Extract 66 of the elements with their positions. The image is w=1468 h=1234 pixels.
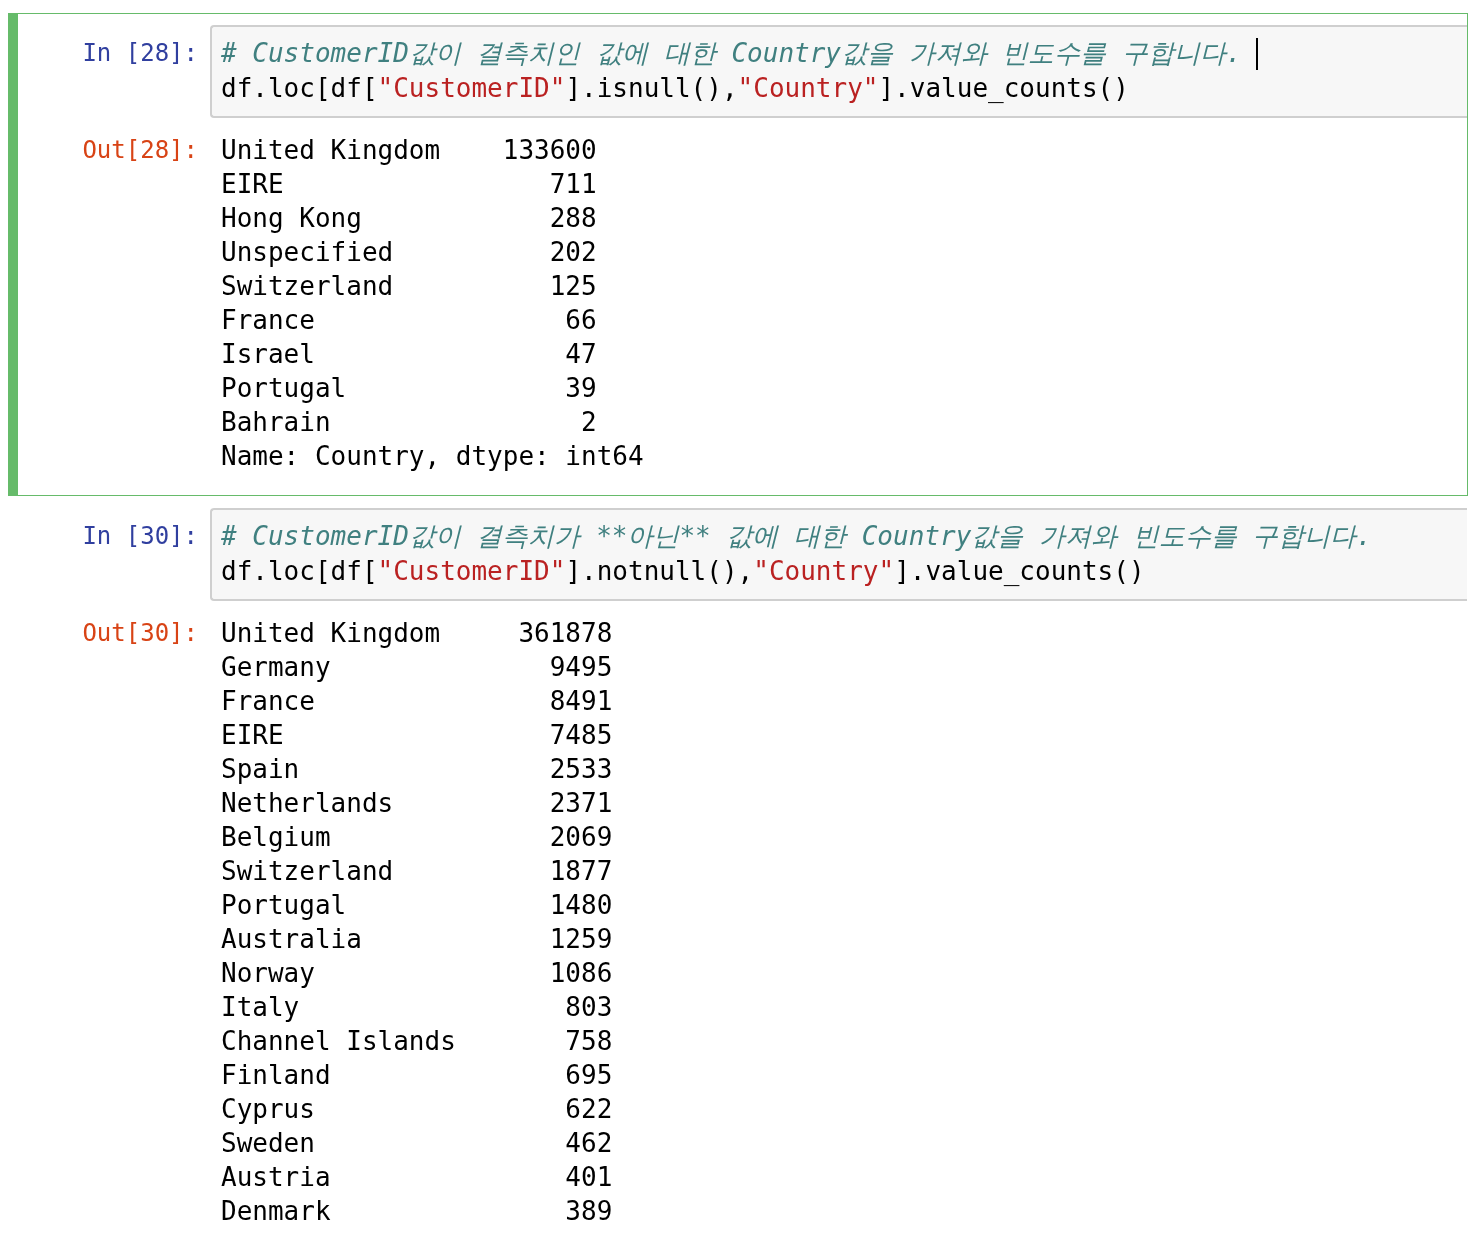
count-value: 9495	[548, 651, 613, 684]
country-name: Australia	[221, 923, 363, 956]
country-name: Switzerland	[221, 270, 395, 303]
code-comment: # CustomerID값이 결측치인 값에 대한 Country값을 가져와 빈도수를 구합니다.	[221, 37, 1242, 70]
code-comment: # CustomerID값이 결측치가 **아닌** 값에 대한 Country값을 가져와 빈도수를 구합니다.	[221, 520, 1372, 553]
country-name: United Kingdom	[221, 134, 442, 167]
country-name: Norway	[221, 957, 316, 990]
code-editor[interactable]: # CustomerID값이 결측치인 값에 대한 Country값을 가져와 빈도수를 구합니다. df.loc[df["CustomerID"].isnull(),"Country"].value_counts()	[210, 25, 1467, 118]
count-value: 711	[548, 168, 597, 201]
count-value: 125	[548, 270, 597, 303]
country-name: Switzerland	[221, 855, 395, 888]
count-value: 8491	[548, 685, 613, 718]
country-name: Spain	[221, 753, 301, 786]
count-value: 2069	[548, 821, 613, 854]
country-name: Unspecified	[221, 236, 395, 269]
count-value: 695	[564, 1059, 613, 1092]
country-name: Austria	[221, 1161, 332, 1194]
country-name: Israel	[221, 338, 316, 371]
country-name: Channel Islands	[221, 1025, 457, 1058]
count-value: 7485	[548, 719, 613, 752]
country-name: Hong Kong	[221, 202, 363, 235]
country-name: France	[221, 685, 316, 718]
count-value: 1480	[548, 889, 613, 922]
count-value: 622	[564, 1093, 613, 1126]
country-name: EIRE	[221, 719, 285, 752]
code-editor[interactable]: # CustomerID값이 결측치가 **아닌** 값에 대한 Country값을 가져와 빈도수를 구합니다. df.loc[df["CustomerID"].notnull(),"Country"].value_counts()	[210, 508, 1467, 601]
code-line: df.loc[df["CustomerID"].isnull(),"Country"].value_counts()	[221, 72, 1129, 105]
country-name: EIRE	[221, 168, 285, 201]
country-name: Cyprus	[221, 1093, 316, 1126]
count-value: 2371	[548, 787, 613, 820]
country-name: Netherlands	[221, 787, 395, 820]
count-value: 66	[564, 304, 597, 337]
count-value: 2	[580, 406, 597, 439]
country-name: Germany	[221, 651, 332, 684]
count-value: 202	[548, 236, 597, 269]
count-value: 288	[548, 202, 597, 235]
count-value: 1259	[548, 923, 613, 956]
count-value: 401	[564, 1161, 613, 1194]
output-prompt: Out[28]:	[81, 135, 199, 164]
count-value: 462	[564, 1127, 613, 1160]
country-name: Portugal	[221, 372, 348, 405]
country-name: United Kingdom	[221, 617, 442, 650]
country-name: Finland	[221, 1059, 332, 1092]
country-name: Sweden	[221, 1127, 316, 1160]
count-value: 133600	[502, 134, 597, 167]
input-prompt: In [30]:	[81, 521, 199, 550]
series-info: Name: Country, dtype: int64	[221, 440, 644, 473]
notebook-cell[interactable]	[8, 13, 1468, 496]
country-name: Portugal	[221, 889, 348, 922]
input-prompt: In [28]:	[81, 38, 199, 67]
count-value: 47	[564, 338, 597, 371]
count-value: 1877	[548, 855, 613, 888]
count-value: 2533	[548, 753, 613, 786]
code-line: df.loc[df["CustomerID"].notnull(),"Country"].value_counts()	[221, 555, 1145, 588]
count-value: 758	[564, 1025, 613, 1058]
country-name: Italy	[221, 991, 301, 1024]
count-value: 361878	[518, 617, 613, 650]
country-name: Denmark	[221, 1195, 332, 1228]
count-value: 803	[564, 991, 613, 1024]
country-name: Belgium	[221, 821, 332, 854]
country-name: France	[221, 304, 316, 337]
count-value: 389	[564, 1195, 613, 1228]
country-name: Bahrain	[221, 406, 332, 439]
count-value: 39	[564, 372, 597, 405]
output-prompt: Out[30]:	[81, 618, 199, 647]
count-value: 1086	[548, 957, 613, 990]
